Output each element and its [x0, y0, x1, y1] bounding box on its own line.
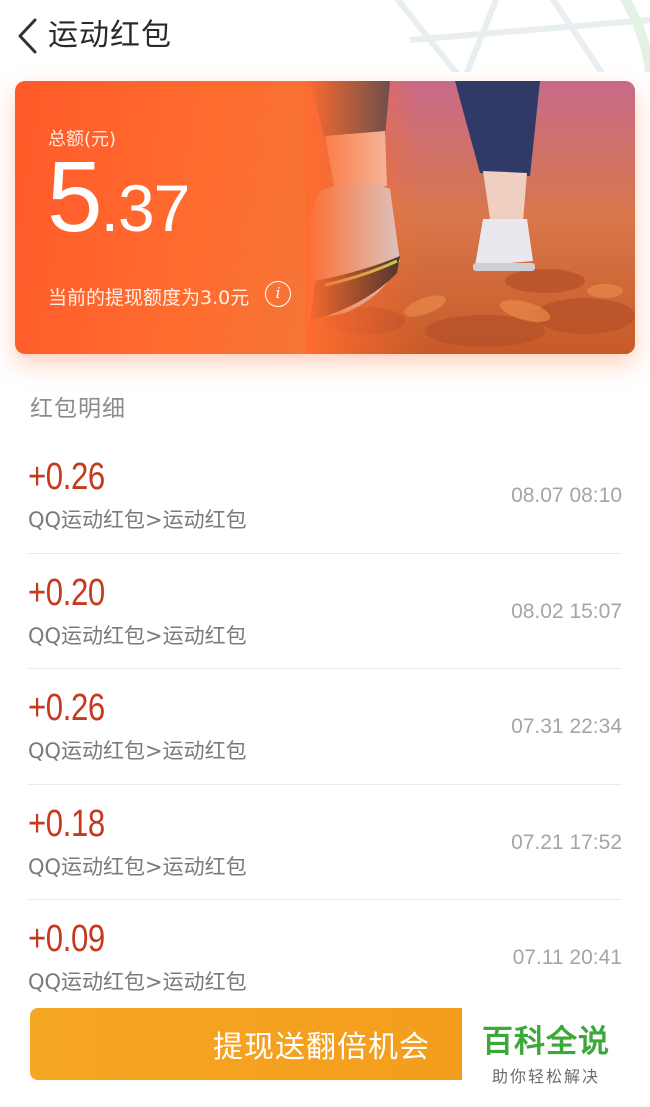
runner-photo — [305, 81, 635, 354]
list-item[interactable]: +0.20 QQ运动红包>运动红包 08.02 15:07 — [28, 554, 622, 669]
record-time: 07.21 17:52 — [511, 830, 622, 854]
list-item[interactable]: +0.26 QQ运动红包>运动红包 08.07 08:10 — [28, 438, 622, 554]
record-amount: +0.26 — [28, 456, 105, 498]
record-time: 08.07 08:10 — [511, 484, 622, 507]
list-item[interactable]: +0.18 QQ运动红包>运动红包 07.21 17:52 — [28, 785, 622, 900]
total-amount: 5.37 — [47, 147, 191, 247]
page-title: 运动红包 — [48, 18, 172, 53]
record-source: QQ运动红包>运动红包 — [28, 970, 247, 994]
list-item[interactable]: +0.09 QQ运动红包>运动红包 07.11 20:41 — [28, 900, 622, 1016]
amount-decimal: .37 — [100, 171, 191, 245]
map-decoration — [394, 0, 650, 72]
list-item[interactable]: +0.26 QQ运动红包>运动红包 07.31 22:34 — [28, 669, 622, 785]
record-amount: +0.18 — [28, 802, 105, 845]
records-list: +0.26 QQ运动红包>运动红包 08.07 08:10 +0.20 QQ运动… — [0, 438, 650, 1016]
record-source: QQ运动红包>运动红包 — [28, 623, 247, 648]
record-time: 08.02 15:07 — [511, 599, 622, 623]
watermark: 百科全说 助你轻松解决 — [462, 1004, 630, 1090]
info-icon[interactable]: i — [265, 281, 291, 307]
app-header: 运动红包 — [0, 0, 650, 72]
section-title: 红包明细 — [30, 396, 126, 422]
watermark-logo: 百科全说 — [482, 1024, 610, 1060]
record-amount: +0.20 — [28, 571, 105, 614]
record-source: QQ运动红包>运动红包 — [28, 508, 247, 532]
watermark-subtitle: 助你轻松解决 — [491, 1067, 600, 1086]
back-button[interactable] — [10, 14, 44, 58]
record-amount: +0.09 — [28, 918, 105, 960]
amount-integer: 5 — [47, 141, 103, 253]
record-time: 07.31 22:34 — [511, 715, 622, 738]
record-source: QQ运动红包>运动红包 — [28, 854, 247, 879]
chevron-left-icon — [18, 18, 37, 54]
record-source: QQ运动红包>运动红包 — [28, 739, 247, 763]
withdraw-limit-text: 当前的提现额度为3.0元 — [48, 287, 250, 309]
balance-card: 总额(元) 5.37 当前的提现额度为3.0元 i — [15, 81, 635, 354]
record-amount: +0.26 — [28, 687, 105, 729]
record-time: 07.11 20:41 — [512, 946, 622, 969]
